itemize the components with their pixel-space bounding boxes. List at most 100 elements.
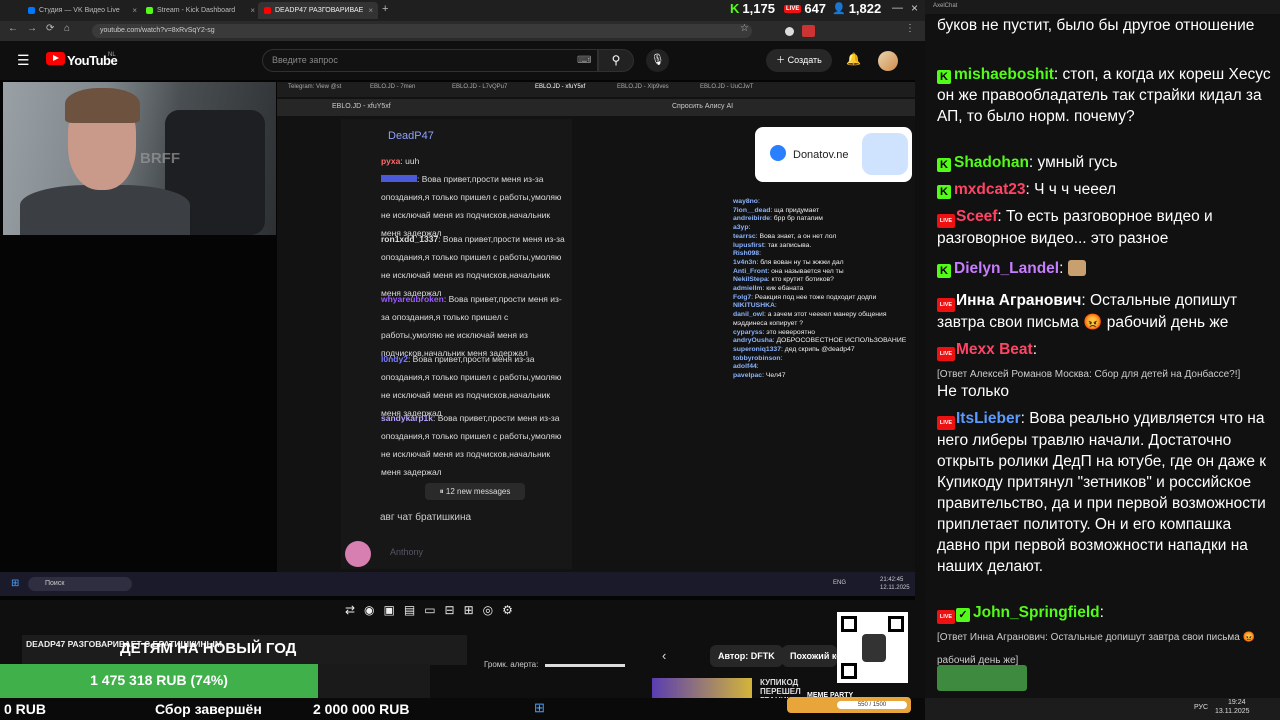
- kick-badge-icon: K: [937, 264, 951, 278]
- search-input[interactable]: Введите запрос: [262, 49, 598, 72]
- overlay-chat-user: superoniq1337: [733, 345, 781, 353]
- vk-live-badge-icon: LIVE: [937, 416, 955, 430]
- chat-user: руха: [381, 156, 401, 166]
- overlay-chat-text: :: [757, 198, 760, 205]
- meme-party-widget: MEME PARTY 550 / 1500: [787, 692, 911, 713]
- overlay-chat-text: :: [756, 363, 759, 371]
- overlay-chat-user: 7ion__dead: [733, 206, 771, 214]
- tab-youtube-video[interactable]: DEADP47 РАЗГОВАРИВАЕ ×: [258, 2, 378, 19]
- extension-icon[interactable]: [785, 27, 794, 36]
- chevron-left-icon[interactable]: ‹: [662, 648, 666, 663]
- system-date[interactable]: 13.11.2025: [1215, 708, 1250, 715]
- extension-icon[interactable]: [802, 25, 815, 37]
- create-button[interactable]: ＋ Создать: [766, 49, 832, 72]
- overlay-chat-text: : бля вован ну ты жжжи дал: [756, 258, 844, 266]
- chat-user: ron1xdd_1337: [381, 234, 439, 244]
- youtube-logo-icon[interactable]: [46, 52, 65, 65]
- new-tab-button[interactable]: +: [382, 3, 388, 15]
- overlay-chat-line: Rish098:: [733, 250, 913, 259]
- overlay-chat-text: : ща придумает: [770, 206, 820, 214]
- inner-chat-input: авг чат братишкина: [380, 512, 472, 523]
- chat-user: Инна Агранович: [956, 292, 1082, 309]
- chat-user: Dielyn_Landel: [954, 260, 1060, 277]
- overlay-chat-line: andryOusha: ДОБРОСОВЕСТНОЕ ИСПОЛЬЗОВАНИЕ: [733, 337, 913, 346]
- back-icon[interactable]: ←: [8, 23, 18, 34]
- chat-message: Kmishaeboshit: стоп, а когда их кореш Хе…: [937, 66, 1271, 125]
- close-icon[interactable]: ×: [368, 6, 378, 15]
- overlay-chat-user: andreibirde: [733, 215, 771, 223]
- kick-badge-icon: K: [937, 158, 951, 172]
- vk-live-badge-icon: LIVE: [937, 214, 955, 228]
- overlay-chat-user: adolf44: [733, 363, 757, 371]
- overlay-chat-user: 1v4n3n: [733, 258, 757, 266]
- reload-icon[interactable]: ⟳: [46, 23, 54, 34]
- avatar[interactable]: [878, 51, 898, 71]
- overlay-chat-text: : дед скрипь @deadp47: [780, 345, 855, 353]
- overlay-chat-line: superoniq1337: дед скрипь @deadp47: [733, 346, 913, 355]
- menu-icon[interactable]: ⋮: [905, 23, 915, 34]
- overlay-chat-line: NIKITUSHKA:: [733, 302, 913, 311]
- qr-corner: [841, 616, 857, 632]
- kick-viewer-count: K 1,175: [730, 1, 775, 16]
- player-controls[interactable]: ⇄◉▣▤▭⊟⊞◎⚙: [345, 603, 522, 617]
- hamburger-icon[interactable]: ☰: [17, 52, 30, 69]
- chat-message: Не только: [937, 383, 1010, 400]
- url-field[interactable]: youtube.com/watch?v=8xRvSqY2-sg: [92, 24, 752, 38]
- overlay-chat-line: pavelpac: Чел47: [733, 372, 913, 381]
- windows-start-icon[interactable]: ⊞: [534, 700, 545, 716]
- charity-banner: ДЕТЯМ НА НОВЫЙ ГОД: [120, 640, 297, 657]
- vk-live-icon: LIVE: [784, 4, 802, 13]
- search-button[interactable]: ⚲: [598, 49, 634, 72]
- keyboard-lang[interactable]: РУС: [1194, 704, 1208, 711]
- qr-corner: [888, 616, 904, 632]
- overlay-chat-user: Rish098: [733, 250, 760, 258]
- tab-vk-studio[interactable]: Студия — VK Видео Live ×: [22, 2, 142, 19]
- system-time[interactable]: 19:24: [1228, 699, 1246, 706]
- overlay-chat-line: lupusfirst: так записыва.: [733, 242, 913, 251]
- chat-message: буков не пустит, было бы другое отношени…: [937, 17, 1255, 34]
- streamer-body: [20, 185, 190, 235]
- overlay-chat-user: cyparyss: [733, 328, 763, 336]
- address-bar: ← → ⟳ ⌂ youtube.com/watch?v=8xRvSqY2-sg …: [0, 21, 925, 41]
- chat-app-title: AxelChat: [925, 0, 1280, 14]
- overlay-chat-text: :: [759, 250, 761, 258]
- home-icon[interactable]: ⌂: [64, 23, 70, 34]
- vk-live-badge-icon: LIVE: [937, 610, 955, 624]
- chat-user: sandykarp1k: [381, 413, 433, 423]
- inner-tab: Telegram: View @st: [288, 84, 342, 90]
- similar-pill[interactable]: Похожий ко: [782, 645, 837, 667]
- author-pill[interactable]: Автор: DFTK: [710, 645, 783, 667]
- kick-chat-message: sandykarp1k: Вова привет,прости меня из-…: [381, 413, 562, 477]
- star-icon[interactable]: ☆: [740, 23, 749, 34]
- recommended-thumbnail[interactable]: [652, 678, 752, 698]
- webcam-overlay-text: BRFF: [140, 150, 180, 167]
- chat-user: whyareubroken: [381, 294, 444, 304]
- vk-live-badge-icon: LIVE: [937, 298, 955, 312]
- search-icon: ⚲: [611, 53, 621, 67]
- keyboard-icon[interactable]: ⌨: [577, 55, 591, 66]
- overlay-chat-text: : Чел47: [762, 372, 786, 380]
- forward-icon[interactable]: →: [27, 23, 37, 34]
- microphone-button[interactable]: 🎙: [646, 49, 669, 72]
- overlay-chat-user: pavelpac: [733, 372, 763, 380]
- notifications-bell-icon[interactable]: 🔔: [846, 52, 861, 66]
- inner-tab: EBLO.JD - L7vQPu7: [452, 84, 508, 90]
- tab-kick-dashboard[interactable]: Stream - Kick Dashboard ×: [140, 2, 260, 19]
- chat-user-blurred: [381, 175, 417, 182]
- chat-user: mxdcat23: [954, 181, 1026, 198]
- minimize-icon[interactable]: —: [892, 2, 903, 14]
- youtube-icon: [264, 7, 271, 14]
- overlay-chat-text: : Вова знает, а он нет лол: [755, 232, 837, 240]
- overlay-chat-user: Folg7: [733, 293, 752, 301]
- donation-min: 0 RUB: [4, 701, 47, 717]
- donation-goal: 2 000 000 RUB: [313, 701, 410, 717]
- overlay-chat-user: tobbyrobinson: [733, 354, 781, 362]
- alert-volume-slider[interactable]: [545, 664, 625, 667]
- inner-alice-button: Спросить Алису AI: [672, 103, 734, 110]
- qr-code: [837, 612, 908, 683]
- overlay-chat-text: : Реакция под нее тоже подходит додпи: [751, 293, 877, 301]
- check-badge-icon: ✓: [956, 608, 970, 622]
- close-window-icon[interactable]: ×: [911, 1, 918, 15]
- microphone-icon: 🎙: [650, 54, 665, 66]
- pepe-emote-icon: [937, 665, 1027, 691]
